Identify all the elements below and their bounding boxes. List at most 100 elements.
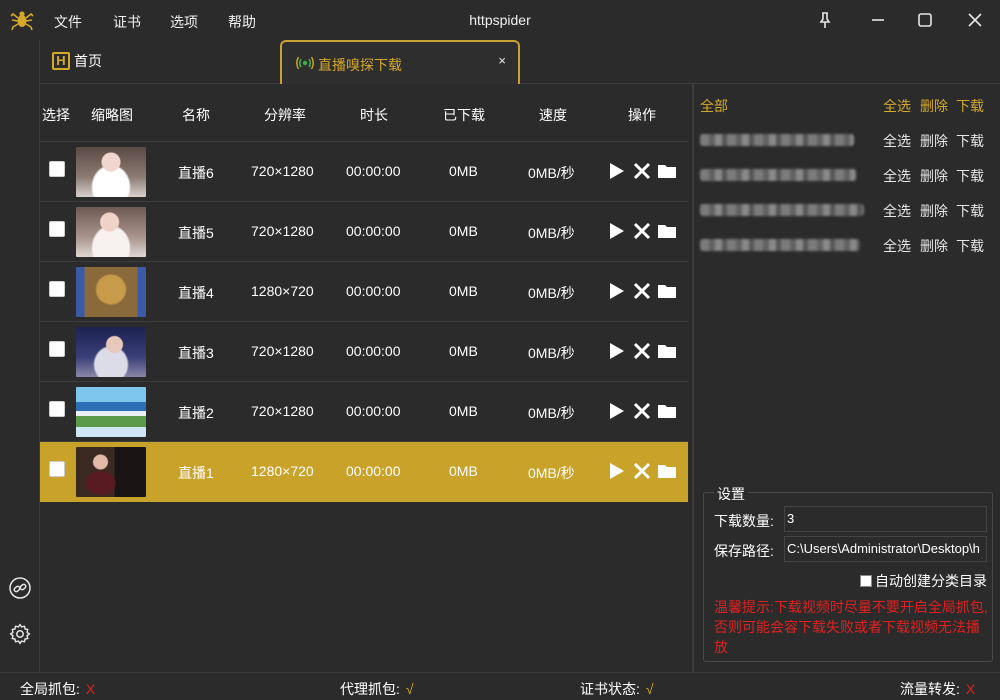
play-icon[interactable]	[606, 341, 626, 361]
select-all-link[interactable]: 全选	[883, 201, 911, 221]
download-link[interactable]: 下载	[956, 166, 984, 186]
download-link[interactable]: 下载	[956, 96, 984, 116]
row-downloaded: 0MB	[449, 343, 478, 359]
link-icon[interactable]	[8, 576, 32, 600]
group-row: 全选 删除 下载	[696, 199, 1000, 219]
blurred-group-name	[700, 204, 864, 216]
table-row[interactable]: 直播5 720×1280 00:00:00 0MB 0MB/秒	[40, 202, 688, 262]
row-name: 直播2	[178, 405, 214, 421]
folder-icon[interactable]	[657, 221, 677, 241]
play-icon[interactable]	[606, 281, 626, 301]
thumbnail-image	[76, 267, 146, 317]
tab-home[interactable]: H 首页	[52, 50, 102, 72]
download-count-label: 下载数量:	[714, 513, 774, 529]
delete-x-icon[interactable]	[632, 341, 652, 361]
row-name: 直播1	[178, 465, 214, 481]
download-link[interactable]: 下载	[956, 236, 984, 256]
blurred-group-name	[700, 134, 854, 146]
thumbnail-image	[76, 207, 146, 257]
delete-x-icon[interactable]	[632, 461, 652, 481]
play-icon[interactable]	[606, 221, 626, 241]
menu-help[interactable]: 帮助	[228, 12, 256, 32]
header-speed: 速度	[539, 107, 567, 123]
header-downloaded: 已下载	[443, 107, 485, 123]
tab-live-sniff-download[interactable]: 直播嗅探下载 ×	[280, 40, 520, 84]
select-all-link[interactable]: 全选	[883, 236, 911, 256]
delete-x-icon[interactable]	[632, 161, 652, 181]
row-name: 直播5	[178, 225, 214, 241]
status-traffic-forward: 流量转发: X	[900, 679, 975, 699]
broadcast-icon	[296, 56, 314, 70]
thumbnail-image	[76, 147, 146, 197]
row-speed: 0MB/秒	[528, 285, 575, 301]
delete-link[interactable]: 删除	[920, 236, 948, 256]
table-row[interactable]: 直播6 720×1280 00:00:00 0MB 0MB/秒	[40, 142, 688, 202]
auto-create-dir-checkbox[interactable]: 自动创建分类目录	[860, 571, 987, 591]
thumbnail-image	[76, 327, 146, 377]
delete-x-icon[interactable]	[632, 221, 652, 241]
table-row-selected[interactable]: 直播1 1280×720 00:00:00 0MB 0MB/秒	[40, 442, 688, 502]
row-name: 直播3	[178, 345, 214, 361]
tab-bar: H 首页 直播嗅探下载 ×	[40, 40, 1000, 84]
download-link[interactable]: 下载	[956, 131, 984, 151]
menu-certificate[interactable]: 证书	[113, 12, 141, 32]
row-checkbox[interactable]	[49, 161, 65, 177]
row-downloaded: 0MB	[449, 223, 478, 239]
group-row: 全选 删除 下载	[696, 164, 1000, 184]
tab-home-label: 首页	[74, 53, 102, 69]
group-all-label[interactable]: 全部	[700, 96, 728, 116]
select-all-link[interactable]: 全选	[883, 166, 911, 186]
row-checkbox[interactable]	[49, 401, 65, 417]
status-proxy-capture: 代理抓包: √	[340, 679, 414, 699]
play-icon[interactable]	[606, 401, 626, 421]
checkbox-box[interactable]	[860, 575, 872, 587]
menu-options[interactable]: 选项	[170, 12, 198, 32]
delete-link[interactable]: 删除	[920, 131, 948, 151]
download-table: 选择 缩略图 名称 分辨率 时长 已下载 速度 操作 直播6 720×1280 …	[40, 84, 688, 502]
close-window-icon[interactable]	[963, 8, 987, 32]
delete-link[interactable]: 删除	[920, 201, 948, 221]
header-thumbnail: 缩略图	[91, 107, 133, 123]
panel-divider[interactable]	[692, 84, 694, 672]
app-title: httpspider	[469, 12, 531, 28]
delete-link[interactable]: 删除	[920, 166, 948, 186]
menu-file[interactable]: 文件	[54, 12, 82, 32]
status-global-capture: 全局抓包: X	[20, 679, 95, 699]
home-icon: H	[52, 52, 70, 70]
settings-gear-icon[interactable]	[8, 622, 32, 646]
pin-icon[interactable]	[813, 8, 837, 32]
folder-icon[interactable]	[657, 161, 677, 181]
blurred-group-name	[700, 169, 856, 181]
status-cert-value: √	[645, 681, 654, 697]
status-proxy-capture-label: 代理抓包:	[340, 681, 400, 697]
row-checkbox[interactable]	[49, 221, 65, 237]
minimize-icon[interactable]	[866, 8, 890, 32]
row-checkbox[interactable]	[49, 341, 65, 357]
select-all-link[interactable]: 全选	[883, 96, 911, 116]
folder-icon[interactable]	[657, 461, 677, 481]
left-rail	[0, 40, 40, 672]
row-downloaded: 0MB	[449, 283, 478, 299]
table-row[interactable]: 直播4 1280×720 00:00:00 0MB 0MB/秒	[40, 262, 688, 322]
delete-x-icon[interactable]	[632, 281, 652, 301]
row-checkbox[interactable]	[49, 461, 65, 477]
maximize-icon[interactable]	[913, 8, 937, 32]
folder-icon[interactable]	[657, 341, 677, 361]
download-count-input[interactable]: 3	[784, 506, 987, 532]
row-checkbox[interactable]	[49, 281, 65, 297]
tab-active-label: 直播嗅探下载	[318, 57, 402, 73]
save-path-input[interactable]: C:\Users\Administrator\Desktop\h	[784, 536, 987, 562]
table-row[interactable]: 直播3 720×1280 00:00:00 0MB 0MB/秒	[40, 322, 688, 382]
row-speed: 0MB/秒	[528, 345, 575, 361]
tab-close-icon[interactable]: ×	[498, 53, 506, 68]
folder-icon[interactable]	[657, 401, 677, 421]
delete-x-icon[interactable]	[632, 401, 652, 421]
status-bar: 全局抓包: X 代理抓包: √ 证书状态: √ 流量转发: X	[0, 672, 1000, 700]
select-all-link[interactable]: 全选	[883, 131, 911, 151]
table-row[interactable]: 直播2 720×1280 00:00:00 0MB 0MB/秒	[40, 382, 688, 442]
delete-link[interactable]: 删除	[920, 96, 948, 116]
play-icon[interactable]	[606, 161, 626, 181]
folder-icon[interactable]	[657, 281, 677, 301]
download-link[interactable]: 下载	[956, 201, 984, 221]
play-icon[interactable]	[606, 461, 626, 481]
